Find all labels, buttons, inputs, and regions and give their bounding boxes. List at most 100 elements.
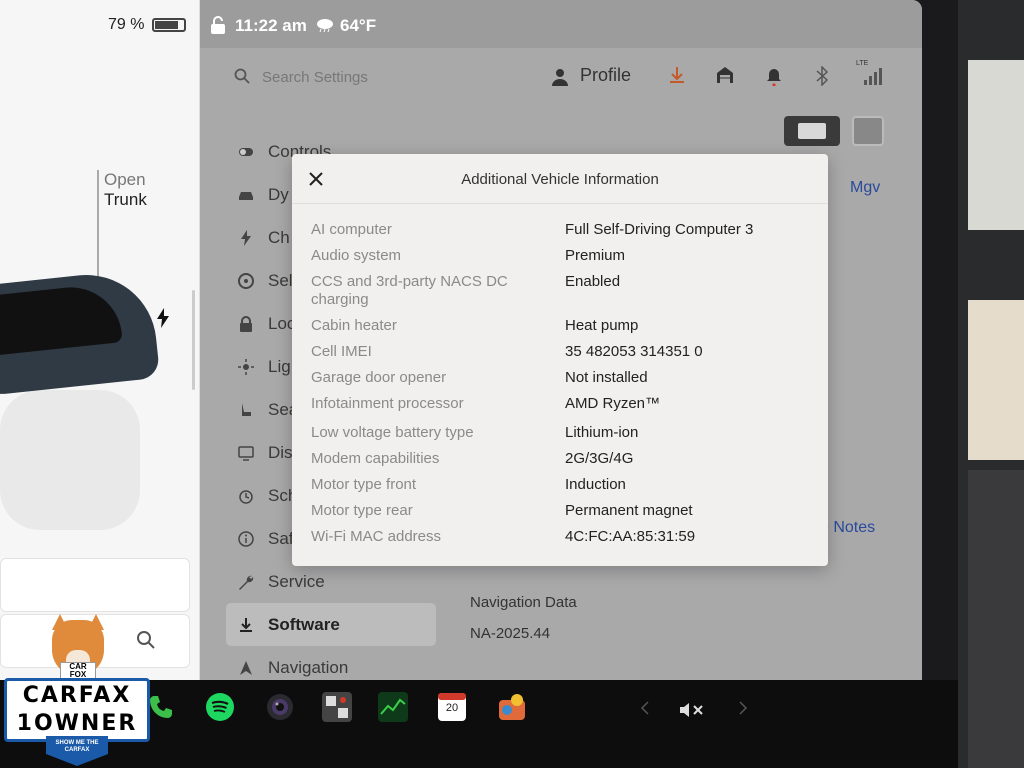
info-value: 2G/3G/4G xyxy=(565,450,634,467)
navigation-icon xyxy=(240,660,252,675)
background-surroundings xyxy=(968,300,1024,460)
profile-icon[interactable] xyxy=(552,68,568,86)
car-icon xyxy=(239,191,253,200)
profile-button[interactable]: Profile xyxy=(580,65,631,86)
info-value: Induction xyxy=(565,476,626,493)
menu-item-label: Dis xyxy=(268,442,293,462)
display-mode-alt-button[interactable] xyxy=(852,116,884,146)
open-trunk-button[interactable]: Open Trunk xyxy=(104,170,147,210)
info-label: Modem capabilities xyxy=(311,450,440,467)
carfax-one-owner-badge: CAR FOX CARFAX 1OWNER SHOW ME THE CARFAX xyxy=(4,614,150,768)
dialog-title: Additional Vehicle Information xyxy=(461,171,659,188)
clock-icon xyxy=(239,489,253,504)
calendar-day: 20 xyxy=(445,702,459,714)
trunk-label: Trunk xyxy=(104,190,147,209)
bluetooth-icon[interactable] xyxy=(816,66,828,86)
mgv-link[interactable]: Mgv xyxy=(850,179,880,197)
volume-mute-icon[interactable] xyxy=(678,702,708,718)
wrench-icon xyxy=(239,575,254,590)
additional-vehicle-information-dialog: Additional Vehicle Information AI comput… xyxy=(292,154,828,566)
background-surroundings xyxy=(968,470,1024,768)
battery-indicator: 79 % xyxy=(108,16,187,34)
settings-header: Profile LTE xyxy=(200,56,922,100)
info-value: Heat pump xyxy=(565,317,639,334)
arcade-icon[interactable] xyxy=(320,690,354,724)
search-icon xyxy=(234,68,250,84)
lock-icon[interactable] xyxy=(210,16,226,34)
carfax-ribbon: SHOW ME THE CARFAX xyxy=(46,736,108,766)
menu-item-label: Saf xyxy=(268,528,294,548)
status-bar: 11:22 am 64°F xyxy=(200,0,922,48)
info-value: Lithium-ion xyxy=(565,424,639,441)
menu-item-label: Software xyxy=(268,614,340,634)
info-value: Full Self-Driving Computer 3 xyxy=(565,221,754,238)
car-floor-shadow xyxy=(0,390,140,530)
panel-scrollbar[interactable] xyxy=(192,290,195,390)
navigation-data-value: NA-2025.44 xyxy=(470,625,551,642)
release-notes-link[interactable]: e Notes xyxy=(820,519,875,537)
info-label: Motor type front xyxy=(311,476,417,493)
spotify-icon[interactable] xyxy=(205,692,235,722)
info-icon xyxy=(238,530,254,547)
bolt-icon xyxy=(241,229,251,246)
navigation-data-label: Navigation Data xyxy=(470,594,577,611)
display-icon xyxy=(238,445,254,461)
camera-icon[interactable] xyxy=(265,692,295,722)
carfax-wordmark: CARFAX xyxy=(22,683,132,708)
info-value: Not installed xyxy=(565,369,648,386)
display-mode-button[interactable] xyxy=(784,116,840,146)
phone-icon[interactable] xyxy=(146,692,176,722)
menu-item-software[interactable]: Software xyxy=(226,603,436,646)
info-label: CCS and 3rd-party NACS DC charging xyxy=(311,273,508,308)
info-value: Permanent magnet xyxy=(565,502,693,519)
carfax-logo: CARFAX 1OWNER xyxy=(4,678,150,742)
seat-icon xyxy=(242,402,251,416)
stocks-icon[interactable] xyxy=(378,692,408,722)
media-card[interactable] xyxy=(0,558,190,612)
open-label: Open xyxy=(104,170,146,189)
lock-icon xyxy=(240,315,252,332)
menu-item-label: Dy xyxy=(268,184,289,204)
info-row: Wi-Fi MAC address 4C:FC:AA:85:31:59 xyxy=(311,528,811,564)
chevron-left-icon[interactable] xyxy=(640,700,650,716)
info-label: Audio system xyxy=(311,247,402,264)
info-value: AMD Ryzen™ xyxy=(565,395,661,412)
chevron-right-icon[interactable] xyxy=(738,700,748,716)
outside-temperature: 64°F xyxy=(340,16,377,35)
download-icon[interactable] xyxy=(668,66,686,84)
cloud-rain-icon xyxy=(317,19,333,32)
menu-item-label: Navigation xyxy=(268,657,349,677)
charge-port-bolt-icon[interactable] xyxy=(156,308,170,328)
info-value: 35 482053 314351 0 xyxy=(565,343,703,360)
info-label: Garage door opener xyxy=(311,369,447,386)
toybox-icon[interactable] xyxy=(497,692,527,722)
battery-percent: 79 % xyxy=(108,16,145,33)
menu-item-navigation[interactable]: Navigation xyxy=(226,646,436,680)
info-label: Cabin heater xyxy=(311,317,397,334)
menu-item-label: Lig xyxy=(268,356,291,376)
battery-icon xyxy=(152,18,187,32)
cell-signal-icon xyxy=(864,68,882,85)
info-label: Motor type rear xyxy=(311,502,413,519)
info-label: Cell IMEI xyxy=(311,343,372,360)
menu-item-label: Ch xyxy=(268,227,290,247)
one-owner-wordmark: 1OWNER xyxy=(16,711,138,736)
toggle-icon xyxy=(239,147,253,156)
clock-time: 11:22 am xyxy=(235,16,307,35)
download-icon xyxy=(240,617,252,632)
menu-item-label: Sel xyxy=(268,270,293,290)
search-settings-input[interactable] xyxy=(262,64,522,90)
battery-fill xyxy=(155,21,178,29)
ribbon-line2: CARFAX xyxy=(64,747,90,753)
trunk-callout-line xyxy=(97,170,99,282)
menu-item-service[interactable]: Service xyxy=(226,560,436,603)
garage-icon[interactable] xyxy=(716,66,734,84)
dialog-header: Additional Vehicle Information xyxy=(292,154,828,204)
background-surroundings xyxy=(968,60,1024,230)
ribbon-text: SHOW ME THE CARFAX xyxy=(46,740,108,754)
info-value: Enabled xyxy=(565,273,621,290)
info-value: 4C:FC:AA:85:31:59 xyxy=(565,528,696,545)
info-label: Wi-Fi MAC address xyxy=(311,528,442,545)
menu-item-label: Service xyxy=(268,571,325,591)
bell-icon[interactable] xyxy=(766,66,782,86)
